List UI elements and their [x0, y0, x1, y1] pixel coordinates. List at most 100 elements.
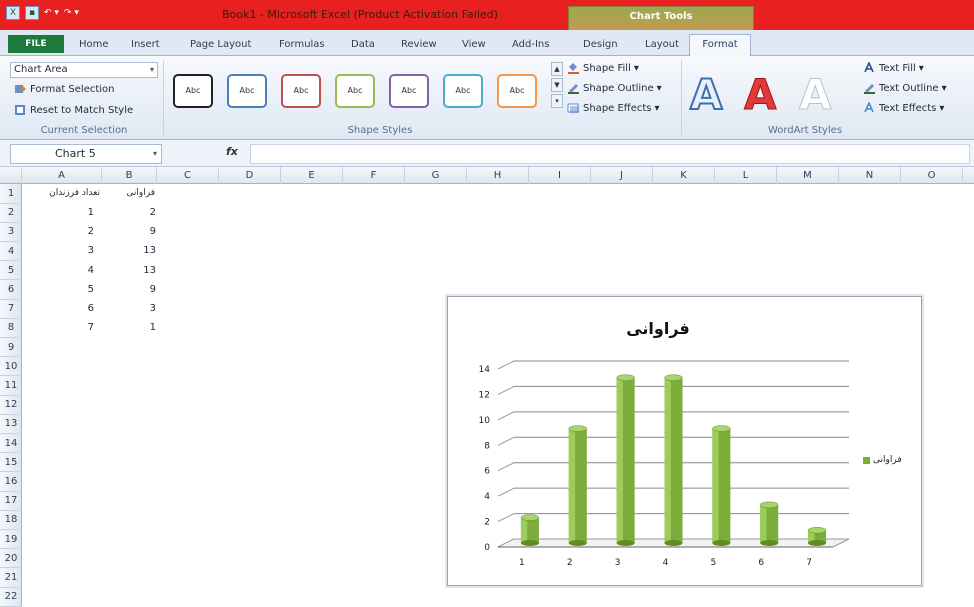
cell-b4[interactable]: 13 [104, 245, 156, 256]
tab-page-layout[interactable]: Page Layout [190, 39, 251, 50]
row-header[interactable]: 2 [0, 203, 22, 223]
tab-formulas[interactable]: Formulas [279, 39, 325, 50]
tab-add-ins[interactable]: Add-Ins [512, 39, 549, 50]
shape-style-swatch[interactable]: Abc [173, 74, 213, 108]
shape-outline-button[interactable]: Shape Outline ▾ [567, 82, 662, 94]
column-header[interactable]: A [22, 167, 102, 184]
bar[interactable] [520, 514, 540, 546]
cell-a5[interactable]: 4 [24, 265, 94, 276]
shape-style-swatch[interactable]: Abc [335, 74, 375, 108]
cell-a8[interactable]: 7 [24, 322, 94, 333]
scroll-down-icon[interactable]: ▼ [551, 78, 563, 92]
column-header[interactable]: K [653, 167, 715, 184]
chart-element-selector[interactable]: Chart Area ▾ [10, 62, 158, 78]
tab-view[interactable]: View [462, 39, 486, 50]
cell-a7[interactable]: 6 [24, 303, 94, 314]
cell-b7[interactable]: 3 [104, 303, 156, 314]
bar[interactable] [759, 501, 779, 546]
row-header[interactable]: 1 [0, 184, 22, 204]
shape-style-swatch[interactable]: Abc [497, 74, 537, 108]
redo-icon[interactable]: ↷ ▾ [64, 8, 79, 18]
bar[interactable] [568, 425, 588, 546]
tab-design[interactable]: Design [583, 39, 618, 50]
tab-insert[interactable]: Insert [131, 39, 160, 50]
tab-file[interactable]: FILE [8, 35, 64, 53]
row-header[interactable]: 13 [0, 414, 22, 434]
select-all-corner[interactable] [0, 167, 22, 184]
row-header[interactable]: 7 [0, 299, 22, 319]
format-selection-button[interactable]: Format Selection [14, 83, 115, 95]
shape-style-swatch[interactable]: Abc [443, 74, 483, 108]
shape-style-swatch[interactable]: Abc [281, 74, 321, 108]
wordart-style-red[interactable]: A [744, 70, 778, 120]
row-header[interactable]: 3 [0, 222, 22, 242]
tab-layout[interactable]: Layout [645, 39, 679, 50]
row-header[interactable]: 10 [0, 357, 22, 377]
shape-style-swatch[interactable]: Abc [389, 74, 429, 108]
chart-plot-area[interactable]: 024681012141 2 3 4 5 6 7 [448, 297, 923, 587]
bar[interactable] [712, 425, 731, 546]
text-fill-button[interactable]: Text Fill ▾ [863, 62, 924, 74]
save-icon[interactable]: ▪ [25, 6, 39, 20]
row-header[interactable]: 20 [0, 549, 22, 569]
row-header[interactable]: 6 [0, 280, 22, 300]
tab-review[interactable]: Review [401, 39, 437, 50]
row-header[interactable]: 15 [0, 453, 22, 473]
cell-b1[interactable]: فراوانی [104, 188, 155, 198]
insert-function-button[interactable]: fx [226, 145, 238, 158]
cell-b5[interactable]: 13 [104, 265, 156, 276]
row-header[interactable]: 4 [0, 242, 22, 262]
column-header[interactable]: C [157, 167, 219, 184]
cell-a1[interactable]: تعداد فرزندان [24, 188, 100, 198]
column-header[interactable]: N [839, 167, 901, 184]
row-header[interactable]: 18 [0, 510, 22, 530]
text-effects-button[interactable]: Text Effects ▾ [863, 102, 944, 114]
cell-b3[interactable]: 9 [104, 226, 156, 237]
column-header[interactable]: O [901, 167, 963, 184]
row-header[interactable]: 11 [0, 376, 22, 396]
wordart-style-white[interactable]: A [799, 70, 833, 120]
row-header[interactable]: 14 [0, 434, 22, 454]
bar[interactable] [807, 527, 827, 546]
row-header[interactable]: 12 [0, 395, 22, 415]
cell-b8[interactable]: 1 [104, 322, 156, 333]
tab-format[interactable]: Format [689, 34, 751, 57]
cell-b6[interactable]: 9 [104, 284, 156, 295]
shape-style-swatch[interactable]: Abc [227, 74, 267, 108]
column-header[interactable]: G [405, 167, 467, 184]
cell-a3[interactable]: 2 [24, 226, 94, 237]
column-header[interactable]: L [715, 167, 777, 184]
row-header[interactable]: 8 [0, 318, 22, 338]
column-header[interactable]: B [102, 167, 157, 184]
more-styles-icon[interactable]: ▾ [551, 94, 563, 108]
excel-icon[interactable]: X [6, 6, 20, 20]
row-header[interactable]: 9 [0, 338, 22, 358]
tab-data[interactable]: Data [351, 39, 375, 50]
chart-5[interactable]: فراوانی 0 2 4 6 8 10 12 14 1 2 3 4 5 6 7 فراوانی [447, 296, 922, 586]
text-outline-button[interactable]: Text Outline ▾ [863, 82, 947, 94]
row-header[interactable]: 16 [0, 472, 22, 492]
bar[interactable] [664, 374, 683, 546]
undo-icon[interactable]: ↶ ▾ [44, 8, 59, 18]
column-header[interactable]: D [219, 167, 281, 184]
column-header[interactable]: F [343, 167, 405, 184]
bar[interactable] [616, 374, 635, 546]
column-header[interactable]: M [777, 167, 839, 184]
scroll-up-icon[interactable]: ▲ [551, 62, 563, 76]
cell-a6[interactable]: 5 [24, 284, 94, 295]
row-header[interactable]: 21 [0, 568, 22, 588]
shape-fill-button[interactable]: Shape Fill ▾ [567, 62, 639, 74]
row-header[interactable]: 22 [0, 587, 22, 607]
reset-to-match-style-button[interactable]: Reset to Match Style [14, 104, 133, 116]
formula-input[interactable] [250, 144, 970, 164]
tab-home[interactable]: Home [79, 39, 109, 50]
column-header[interactable]: I [529, 167, 591, 184]
chart-legend[interactable]: فراوانی [863, 455, 902, 465]
shape-effects-button[interactable]: Shape Effects ▾ [567, 102, 660, 114]
name-box[interactable]: Chart 5 ▾ [10, 144, 162, 164]
column-header[interactable]: H [467, 167, 529, 184]
row-header[interactable]: 19 [0, 530, 22, 550]
wordart-style-blue[interactable]: A [689, 69, 723, 120]
cell-a4[interactable]: 3 [24, 245, 94, 256]
column-header[interactable]: E [281, 167, 343, 184]
